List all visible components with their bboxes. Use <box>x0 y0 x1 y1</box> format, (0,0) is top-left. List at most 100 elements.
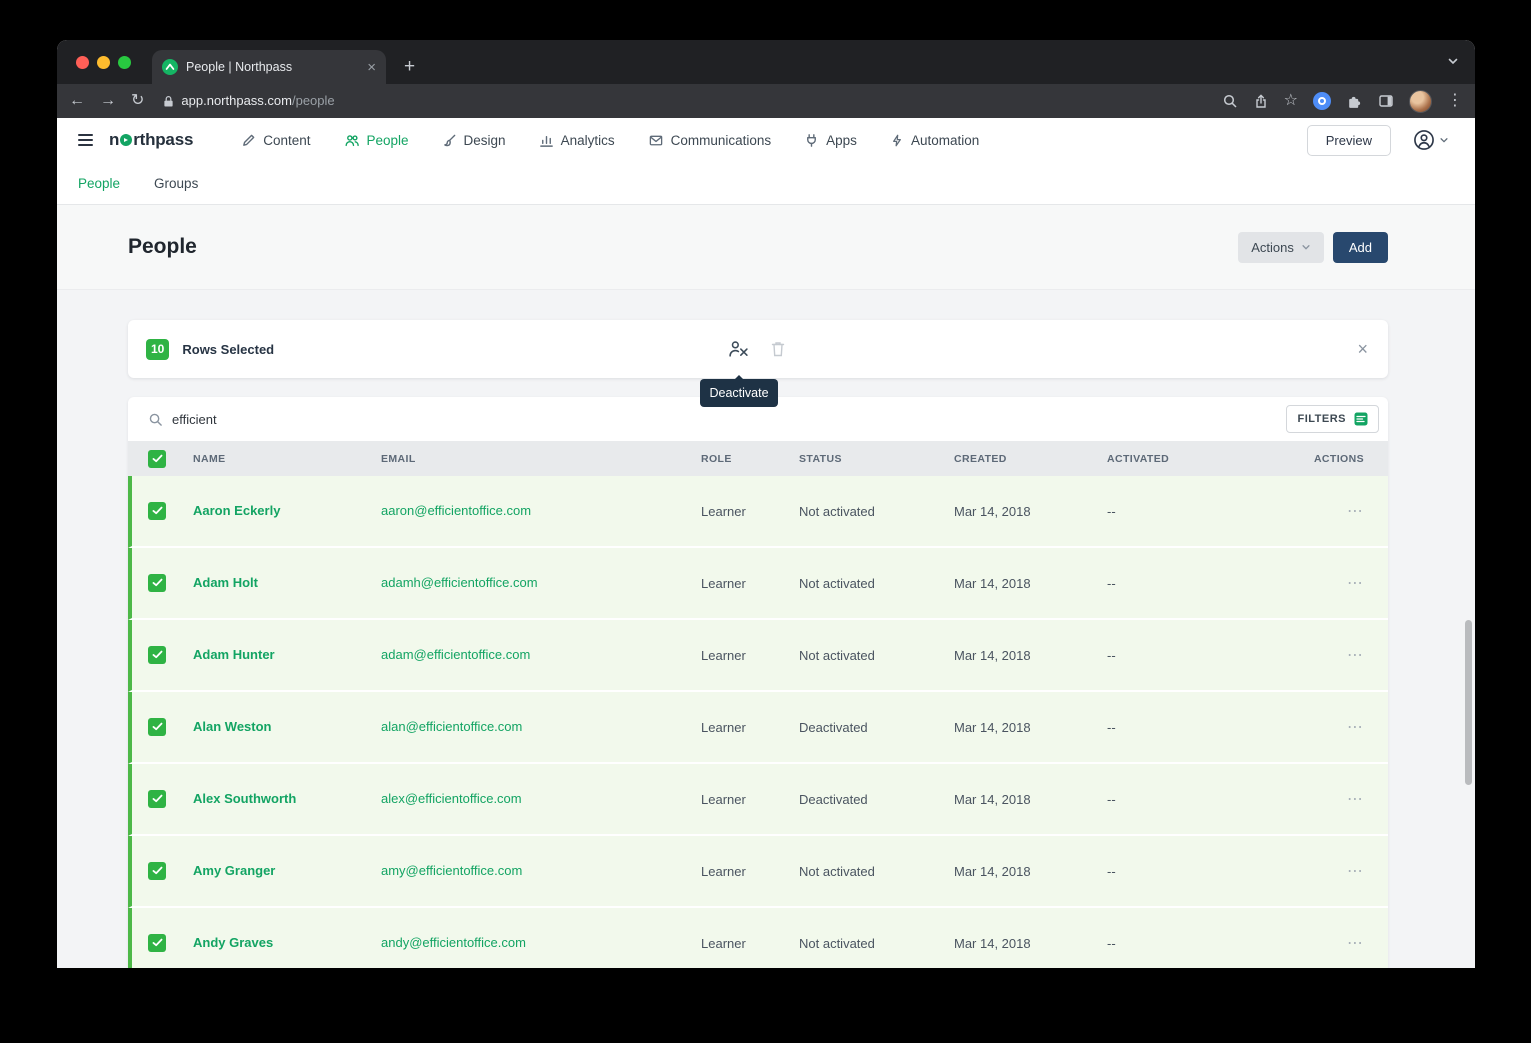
bookmark-star-icon[interactable]: ☆ <box>1284 93 1298 109</box>
account-menu-button[interactable] <box>1413 129 1449 151</box>
row-checkbox[interactable] <box>148 502 166 520</box>
hamburger-menu-icon[interactable] <box>78 134 93 146</box>
window-fullscreen-button[interactable] <box>118 56 131 69</box>
nav-item-analytics[interactable]: Analytics <box>539 133 615 148</box>
nav-label: People <box>367 133 409 148</box>
row-name-link[interactable]: Aaron Eckerly <box>193 503 280 518</box>
actions-button[interactable]: Actions <box>1238 232 1324 263</box>
side-panel-icon[interactable] <box>1378 93 1394 109</box>
table-row[interactable]: Amy Granger amy@efficientoffice.com Lear… <box>128 836 1388 908</box>
window-close-button[interactable] <box>76 56 89 69</box>
add-button[interactable]: Add <box>1333 232 1388 263</box>
url-path: /people <box>292 93 335 108</box>
row-checkbox[interactable] <box>148 646 166 664</box>
row-name-link[interactable]: Alex Southworth <box>193 791 296 806</box>
preview-button[interactable]: Preview <box>1307 125 1391 156</box>
column-header-status[interactable]: STATUS <box>799 453 954 465</box>
close-selection-icon[interactable]: × <box>1357 340 1368 358</box>
secondary-nav: People Groups <box>57 162 1475 205</box>
nav-item-apps[interactable]: Apps <box>804 133 857 148</box>
row-status: Not activated <box>799 864 954 879</box>
row-email-link[interactable]: amy@efficientoffice.com <box>381 863 522 878</box>
row-checkbox[interactable] <box>148 862 166 880</box>
row-role: Learner <box>701 504 799 519</box>
deactivate-users-icon[interactable] <box>728 340 749 358</box>
nav-item-communications[interactable]: Communications <box>648 133 772 148</box>
column-header-name[interactable]: NAME <box>193 453 381 465</box>
share-icon[interactable] <box>1253 93 1269 109</box>
column-header-created[interactable]: CREATED <box>954 453 1107 465</box>
row-actions-menu-icon[interactable]: ⋯ <box>1347 575 1364 592</box>
subnav-item-people[interactable]: People <box>78 176 120 191</box>
table-row[interactable]: Adam Hunter adam@efficientoffice.com Lea… <box>128 620 1388 692</box>
row-email-link[interactable]: alan@efficientoffice.com <box>381 719 522 734</box>
tab-title: People | Northpass <box>186 60 359 74</box>
row-status: Deactivated <box>799 792 954 807</box>
column-header-activated[interactable]: ACTIVATED <box>1107 453 1268 465</box>
nav-item-people[interactable]: People <box>344 133 409 148</box>
row-actions-menu-icon[interactable]: ⋯ <box>1347 719 1364 736</box>
row-email-link[interactable]: andy@efficientoffice.com <box>381 935 526 950</box>
row-actions-menu-icon[interactable]: ⋯ <box>1347 791 1364 808</box>
browser-menu-icon[interactable]: ⋮ <box>1447 93 1463 109</box>
logo-prefix: n <box>109 130 119 150</box>
row-actions-menu-icon[interactable]: ⋯ <box>1347 503 1364 520</box>
browser-tab[interactable]: People | Northpass × <box>152 50 386 84</box>
table-row[interactable]: Adam Holt adamh@efficientoffice.com Lear… <box>128 548 1388 620</box>
row-name-link[interactable]: Andy Graves <box>193 935 273 950</box>
extensions-puzzle-icon[interactable] <box>1346 93 1363 110</box>
window-minimize-button[interactable] <box>97 56 110 69</box>
table-row[interactable]: Aaron Eckerly aaron@efficientoffice.com … <box>128 476 1388 548</box>
back-icon[interactable]: ← <box>69 93 85 109</box>
forward-icon[interactable]: → <box>100 93 116 109</box>
row-checkbox[interactable] <box>148 718 166 736</box>
row-email-link[interactable]: aaron@efficientoffice.com <box>381 503 531 518</box>
browser-profile-avatar[interactable] <box>1409 90 1432 113</box>
table-row[interactable]: Andy Graves andy@efficientoffice.com Lea… <box>128 908 1388 968</box>
filters-button[interactable]: FILTERS <box>1286 405 1379 433</box>
chevron-down-icon <box>1439 135 1449 145</box>
subnav-item-groups[interactable]: Groups <box>154 176 198 191</box>
row-email-link[interactable]: adam@efficientoffice.com <box>381 647 530 662</box>
column-header-email[interactable]: EMAIL <box>381 453 701 465</box>
row-checkbox[interactable] <box>148 790 166 808</box>
tab-close-icon[interactable]: × <box>367 59 376 76</box>
delete-users-icon[interactable] <box>770 340 786 358</box>
nav-label: Apps <box>826 133 857 148</box>
new-tab-button[interactable]: + <box>404 57 415 77</box>
table-header-row: NAME EMAIL ROLE STATUS CREATED ACTIVATED… <box>128 441 1388 476</box>
select-all-checkbox[interactable] <box>148 450 166 468</box>
row-email-link[interactable]: alex@efficientoffice.com <box>381 791 522 806</box>
column-header-actions: ACTIONS <box>1268 453 1388 465</box>
row-name-link[interactable]: Amy Granger <box>193 863 275 878</box>
nav-item-automation[interactable]: Automation <box>890 133 979 148</box>
row-actions-menu-icon[interactable]: ⋯ <box>1347 863 1364 880</box>
zoom-icon[interactable] <box>1222 93 1238 109</box>
row-role: Learner <box>701 720 799 735</box>
address-bar[interactable]: app.northpass.com/people <box>163 92 334 110</box>
row-role: Learner <box>701 936 799 951</box>
row-name-link[interactable]: Adam Holt <box>193 575 258 590</box>
rows-selected-label: Rows Selected <box>182 342 274 357</box>
row-actions-menu-icon[interactable]: ⋯ <box>1347 647 1364 664</box>
row-actions-menu-icon[interactable]: ⋯ <box>1347 935 1364 952</box>
reload-icon[interactable]: ↻ <box>131 93 144 109</box>
row-email-link[interactable]: adamh@efficientoffice.com <box>381 575 538 590</box>
nav-item-content[interactable]: Content <box>241 133 310 148</box>
page-scrollbar[interactable] <box>1465 620 1472 785</box>
row-checkbox[interactable] <box>148 574 166 592</box>
row-created: Mar 14, 2018 <box>954 648 1107 663</box>
row-checkbox[interactable] <box>148 934 166 952</box>
page-header: People Actions Add <box>57 205 1475 290</box>
search-input[interactable]: efficient <box>172 412 217 427</box>
row-name-link[interactable]: Adam Hunter <box>193 647 275 662</box>
row-name-link[interactable]: Alan Weston <box>193 719 272 734</box>
tab-search-chevron-icon[interactable] <box>1447 55 1459 67</box>
row-created: Mar 14, 2018 <box>954 864 1107 879</box>
nav-item-design[interactable]: Design <box>442 133 506 148</box>
column-header-role[interactable]: ROLE <box>701 453 799 465</box>
people-table-card: efficient FILTERS <box>128 397 1388 968</box>
table-row[interactable]: Alan Weston alan@efficientoffice.com Lea… <box>128 692 1388 764</box>
extension-icon[interactable] <box>1313 92 1331 110</box>
table-row[interactable]: Alex Southworth alex@efficientoffice.com… <box>128 764 1388 836</box>
